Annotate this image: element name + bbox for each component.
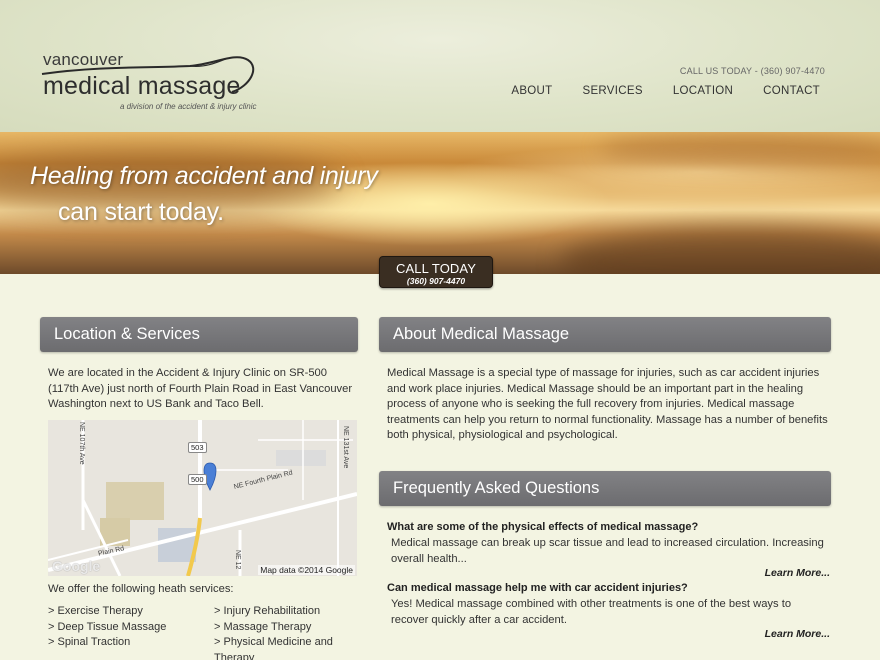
- service-item: > Massage Therapy: [214, 620, 312, 633]
- service-item: > Physical Medicine and: [214, 636, 333, 648]
- learn-more-link[interactable]: Learn More...: [765, 567, 830, 579]
- service-item: Therapy: [214, 651, 255, 660]
- highway-shield: 503: [188, 442, 207, 453]
- service-item: > Injury Rehabilitation: [214, 605, 321, 617]
- learn-more-link[interactable]: Learn More...: [765, 628, 830, 640]
- service-item: > Exercise Therapy: [48, 605, 143, 617]
- services-intro: We offer the following heath services:: [48, 583, 234, 595]
- site-header: vancouver medical massage a division of …: [0, 0, 880, 132]
- hero-tagline-line2: can start today.: [58, 198, 224, 226]
- call-today-button[interactable]: CALL TODAY (360) 907-4470: [379, 256, 493, 288]
- google-logo: Google: [52, 558, 101, 574]
- map-credit[interactable]: Map data ©2014 Google: [258, 565, 355, 575]
- logo-line1: vancouver: [43, 50, 124, 69]
- nav-contact[interactable]: CONTACT: [763, 84, 820, 98]
- call-button-phone: (360) 907-4470: [406, 276, 466, 286]
- highway-shield: 500: [188, 474, 207, 485]
- nav-location[interactable]: LOCATION: [673, 84, 733, 98]
- logo-tagline: a division of the accident & injury clin…: [120, 102, 257, 111]
- nav-services[interactable]: SERVICES: [582, 84, 642, 98]
- hero-tagline-line1: Healing from accident and injury: [30, 162, 378, 190]
- about-heading: About Medical Massage: [379, 317, 831, 352]
- cloud-decoration: [560, 227, 880, 274]
- call-button-label: CALL TODAY: [396, 261, 476, 276]
- hero-banner: Healing from accident and injury can sta…: [0, 132, 880, 274]
- location-services-heading: Location & Services: [40, 317, 358, 352]
- location-intro: We are located in the Accident & Injury …: [48, 367, 353, 410]
- about-text: Medical Massage is a special type of mas…: [387, 367, 828, 441]
- site-logo[interactable]: vancouver medical massage a division of …: [40, 48, 270, 114]
- service-item: > Deep Tissue Massage: [48, 620, 167, 633]
- cloud-decoration: [600, 132, 880, 166]
- map-road-label: NE 107th Ave: [78, 422, 85, 465]
- nav-about[interactable]: ABOUT: [511, 84, 552, 98]
- map-road-label: NE 12: [234, 550, 241, 570]
- logo-line2: medical massage: [43, 72, 241, 100]
- faq-answer: Yes! Medical massage combined with other…: [391, 598, 792, 626]
- services-list-col1: > Exercise Therapy > Deep Tissue Massage…: [48, 604, 208, 651]
- service-item: > Spinal Traction: [48, 636, 131, 648]
- faq-heading: Frequently Asked Questions: [379, 471, 831, 506]
- faq-question: Can medical massage help me with car acc…: [387, 582, 688, 594]
- header-call-text: CALL US TODAY - (360) 907-4470: [679, 66, 825, 76]
- services-list-col2: > Injury Rehabilitation > Massage Therap…: [214, 604, 364, 660]
- main-nav: ABOUT SERVICES LOCATION CONTACT: [481, 84, 820, 98]
- faq-question: What are some of the physical effects of…: [387, 521, 699, 533]
- map-road-label: NE 131st Ave: [342, 426, 349, 469]
- faq-answer: Medical massage can break up scar tissue…: [391, 537, 824, 565]
- location-map[interactable]: NE 107th Ave NE 131st Ave NE Fourth Plai…: [48, 420, 357, 576]
